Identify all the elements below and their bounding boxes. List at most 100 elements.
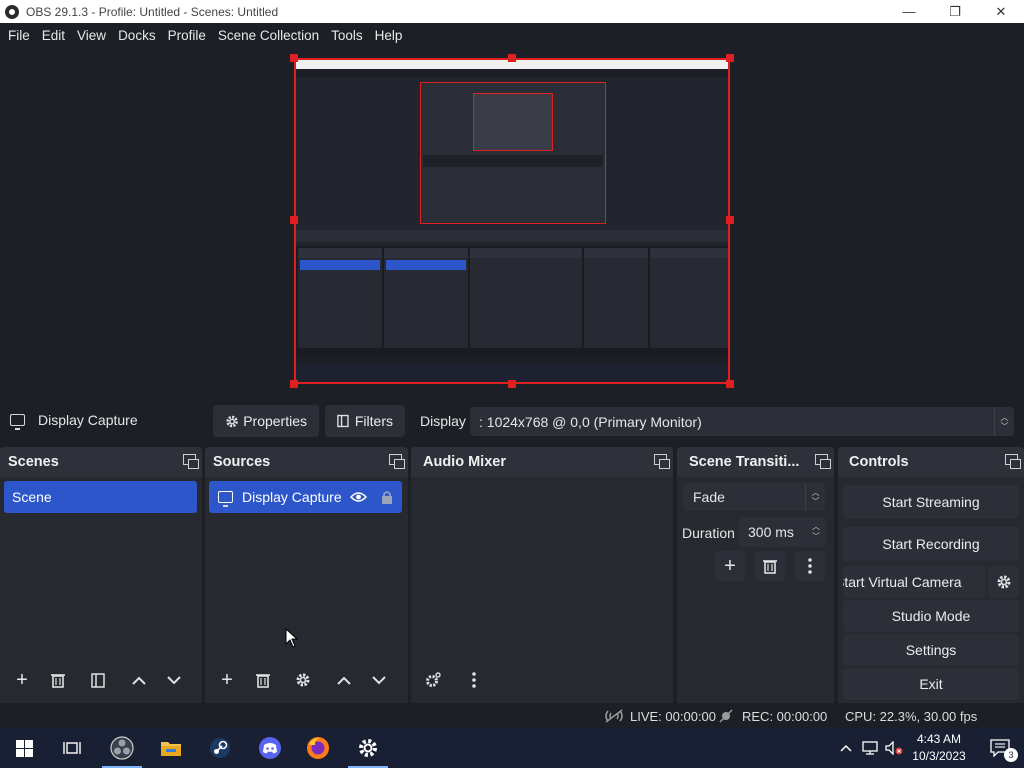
exit-button[interactable]: Exit — [843, 668, 1019, 700]
more-vertical-icon — [472, 672, 476, 688]
taskbar-settings[interactable] — [344, 728, 392, 768]
transition-select-spinner[interactable]: ︿ ﹀ — [805, 483, 825, 511]
start-virtual-camera-button[interactable]: Start Virtual Camera — [843, 566, 985, 598]
menu-tools[interactable]: Tools — [325, 28, 369, 43]
undock-icon[interactable] — [815, 454, 831, 469]
menu-help[interactable]: Help — [369, 28, 409, 43]
captured-transitions-dock — [584, 248, 648, 348]
move-source-up-button[interactable] — [329, 665, 359, 695]
menu-view[interactable]: View — [71, 28, 112, 43]
start-button[interactable] — [0, 728, 48, 768]
filters-button[interactable]: Filters — [325, 405, 405, 437]
move-scene-up-button[interactable] — [124, 665, 154, 695]
live-timer: LIVE: 00:00:00 — [630, 709, 717, 724]
resize-handle-top-right[interactable] — [726, 54, 734, 62]
captured-source-toolbar — [296, 230, 728, 242]
obs-logo-icon — [5, 4, 19, 19]
notification-count-badge: 3 — [1004, 748, 1018, 762]
remove-transition-button[interactable] — [755, 551, 785, 581]
display-select-spinner[interactable]: ︿ ﹀ — [994, 407, 1014, 436]
gear-icon — [997, 575, 1010, 589]
undock-icon[interactable] — [183, 454, 199, 469]
remove-scene-button[interactable] — [43, 665, 73, 695]
properties-label: Properties — [243, 413, 307, 429]
resize-handle-bottom-left[interactable] — [290, 380, 298, 388]
scene-filters-button[interactable] — [83, 665, 113, 695]
scene-item[interactable]: Scene — [4, 481, 197, 513]
taskbar-obs[interactable] — [98, 728, 146, 768]
audio-mixer-dock-title: Audio Mixer — [423, 454, 506, 470]
preview-canvas[interactable] — [294, 58, 730, 384]
scenes-dock-header: Scenes — [0, 447, 202, 477]
taskbar-file-explorer[interactable] — [147, 728, 195, 768]
undock-icon[interactable] — [654, 454, 670, 469]
move-source-down-button[interactable] — [364, 665, 394, 695]
resize-handle-left[interactable] — [290, 216, 298, 224]
audio-mixer-dock: Audio Mixer — [411, 447, 673, 703]
add-scene-button[interactable]: + — [7, 665, 37, 695]
maximize-button[interactable]: ❐ — [932, 0, 978, 23]
live-signal-icon — [605, 709, 623, 723]
volume-tray-button[interactable] — [882, 728, 906, 768]
undock-icon[interactable] — [1005, 454, 1021, 469]
settings-button[interactable]: Settings — [843, 634, 1019, 666]
studio-mode-button[interactable]: Studio Mode — [843, 600, 1019, 632]
chevron-down-icon — [167, 675, 181, 684]
menu-file[interactable]: File — [2, 28, 36, 43]
resize-handle-right[interactable] — [726, 216, 734, 224]
display-select[interactable]: : 1024x768 @ 0,0 (Primary Monitor) ︿ ﹀ — [470, 407, 1014, 436]
duration-spinner[interactable]: ︿ ﹀ — [806, 517, 826, 547]
menu-scene-collection[interactable]: Scene Collection — [212, 28, 325, 43]
menu-profile[interactable]: Profile — [162, 28, 212, 43]
duration-label: Duration — [682, 525, 735, 541]
controls-dock-header: Controls — [838, 447, 1024, 477]
advanced-audio-properties-button[interactable] — [418, 665, 448, 695]
source-item[interactable]: Display Capture — [209, 481, 402, 513]
controls-dock-title: Controls — [849, 454, 909, 470]
properties-button[interactable]: Properties — [213, 405, 319, 437]
transition-properties-button[interactable] — [795, 551, 825, 581]
resize-handle-bottom[interactable] — [508, 380, 516, 388]
trash-icon — [256, 674, 270, 688]
add-transition-button[interactable]: + — [715, 551, 745, 581]
resize-handle-top[interactable] — [508, 54, 516, 62]
transition-select[interactable]: Fade ︿ ﹀ — [683, 483, 825, 511]
sources-dock-header: Sources — [205, 447, 408, 477]
add-source-button[interactable]: + — [212, 665, 242, 695]
menu-docks[interactable]: Docks — [112, 28, 162, 43]
taskbar-clock[interactable]: 4:43 AM 10/3/2023 — [906, 731, 972, 765]
gear-icon — [226, 415, 238, 427]
lock-icon[interactable] — [381, 490, 393, 504]
resize-handle-top-left[interactable] — [290, 54, 298, 62]
sources-dock-title: Sources — [213, 454, 271, 470]
start-streaming-button[interactable]: Start Streaming — [843, 485, 1019, 519]
status-bar: LIVE: 00:00:00 REC: 00:00:00 CPU: 22.3%,… — [0, 703, 1024, 728]
notifications-button[interactable]: 3 — [976, 728, 1024, 768]
menu-edit[interactable]: Edit — [36, 28, 71, 43]
eye-icon[interactable] — [350, 491, 367, 503]
duration-spinbox[interactable]: 300 ms ︿ ﹀ — [738, 517, 826, 547]
move-scene-down-button[interactable] — [159, 665, 189, 695]
audio-mixer-menu-button[interactable] — [459, 665, 489, 695]
undock-icon[interactable] — [389, 454, 405, 469]
virtual-camera-settings-button[interactable] — [988, 566, 1019, 598]
source-properties-button[interactable] — [288, 665, 318, 695]
taskbar-firefox[interactable] — [294, 728, 342, 768]
window-title: OBS 29.1.3 - Profile: Untitled - Scenes:… — [26, 4, 279, 19]
network-tray-button[interactable] — [858, 728, 882, 768]
start-recording-button[interactable]: Start Recording — [843, 527, 1019, 561]
display-label: Display — [420, 413, 466, 429]
selected-source-name: Display Capture — [38, 412, 138, 428]
taskbar-steam[interactable] — [196, 728, 244, 768]
resize-handle-bottom-right[interactable] — [726, 380, 734, 388]
taskbar-discord[interactable] — [246, 728, 294, 768]
captured-docks — [296, 246, 728, 356]
close-button[interactable]: ✕ — [978, 0, 1024, 23]
minimize-button[interactable]: — — [886, 0, 932, 23]
display-select-value: : 1024x768 @ 0,0 (Primary Monitor) — [479, 413, 702, 430]
nested-preview-inner — [473, 93, 553, 151]
remove-source-button[interactable] — [248, 665, 278, 695]
preview-area[interactable] — [0, 47, 1024, 402]
task-view-button[interactable] — [48, 728, 96, 768]
show-hidden-icons-button[interactable] — [834, 728, 858, 768]
